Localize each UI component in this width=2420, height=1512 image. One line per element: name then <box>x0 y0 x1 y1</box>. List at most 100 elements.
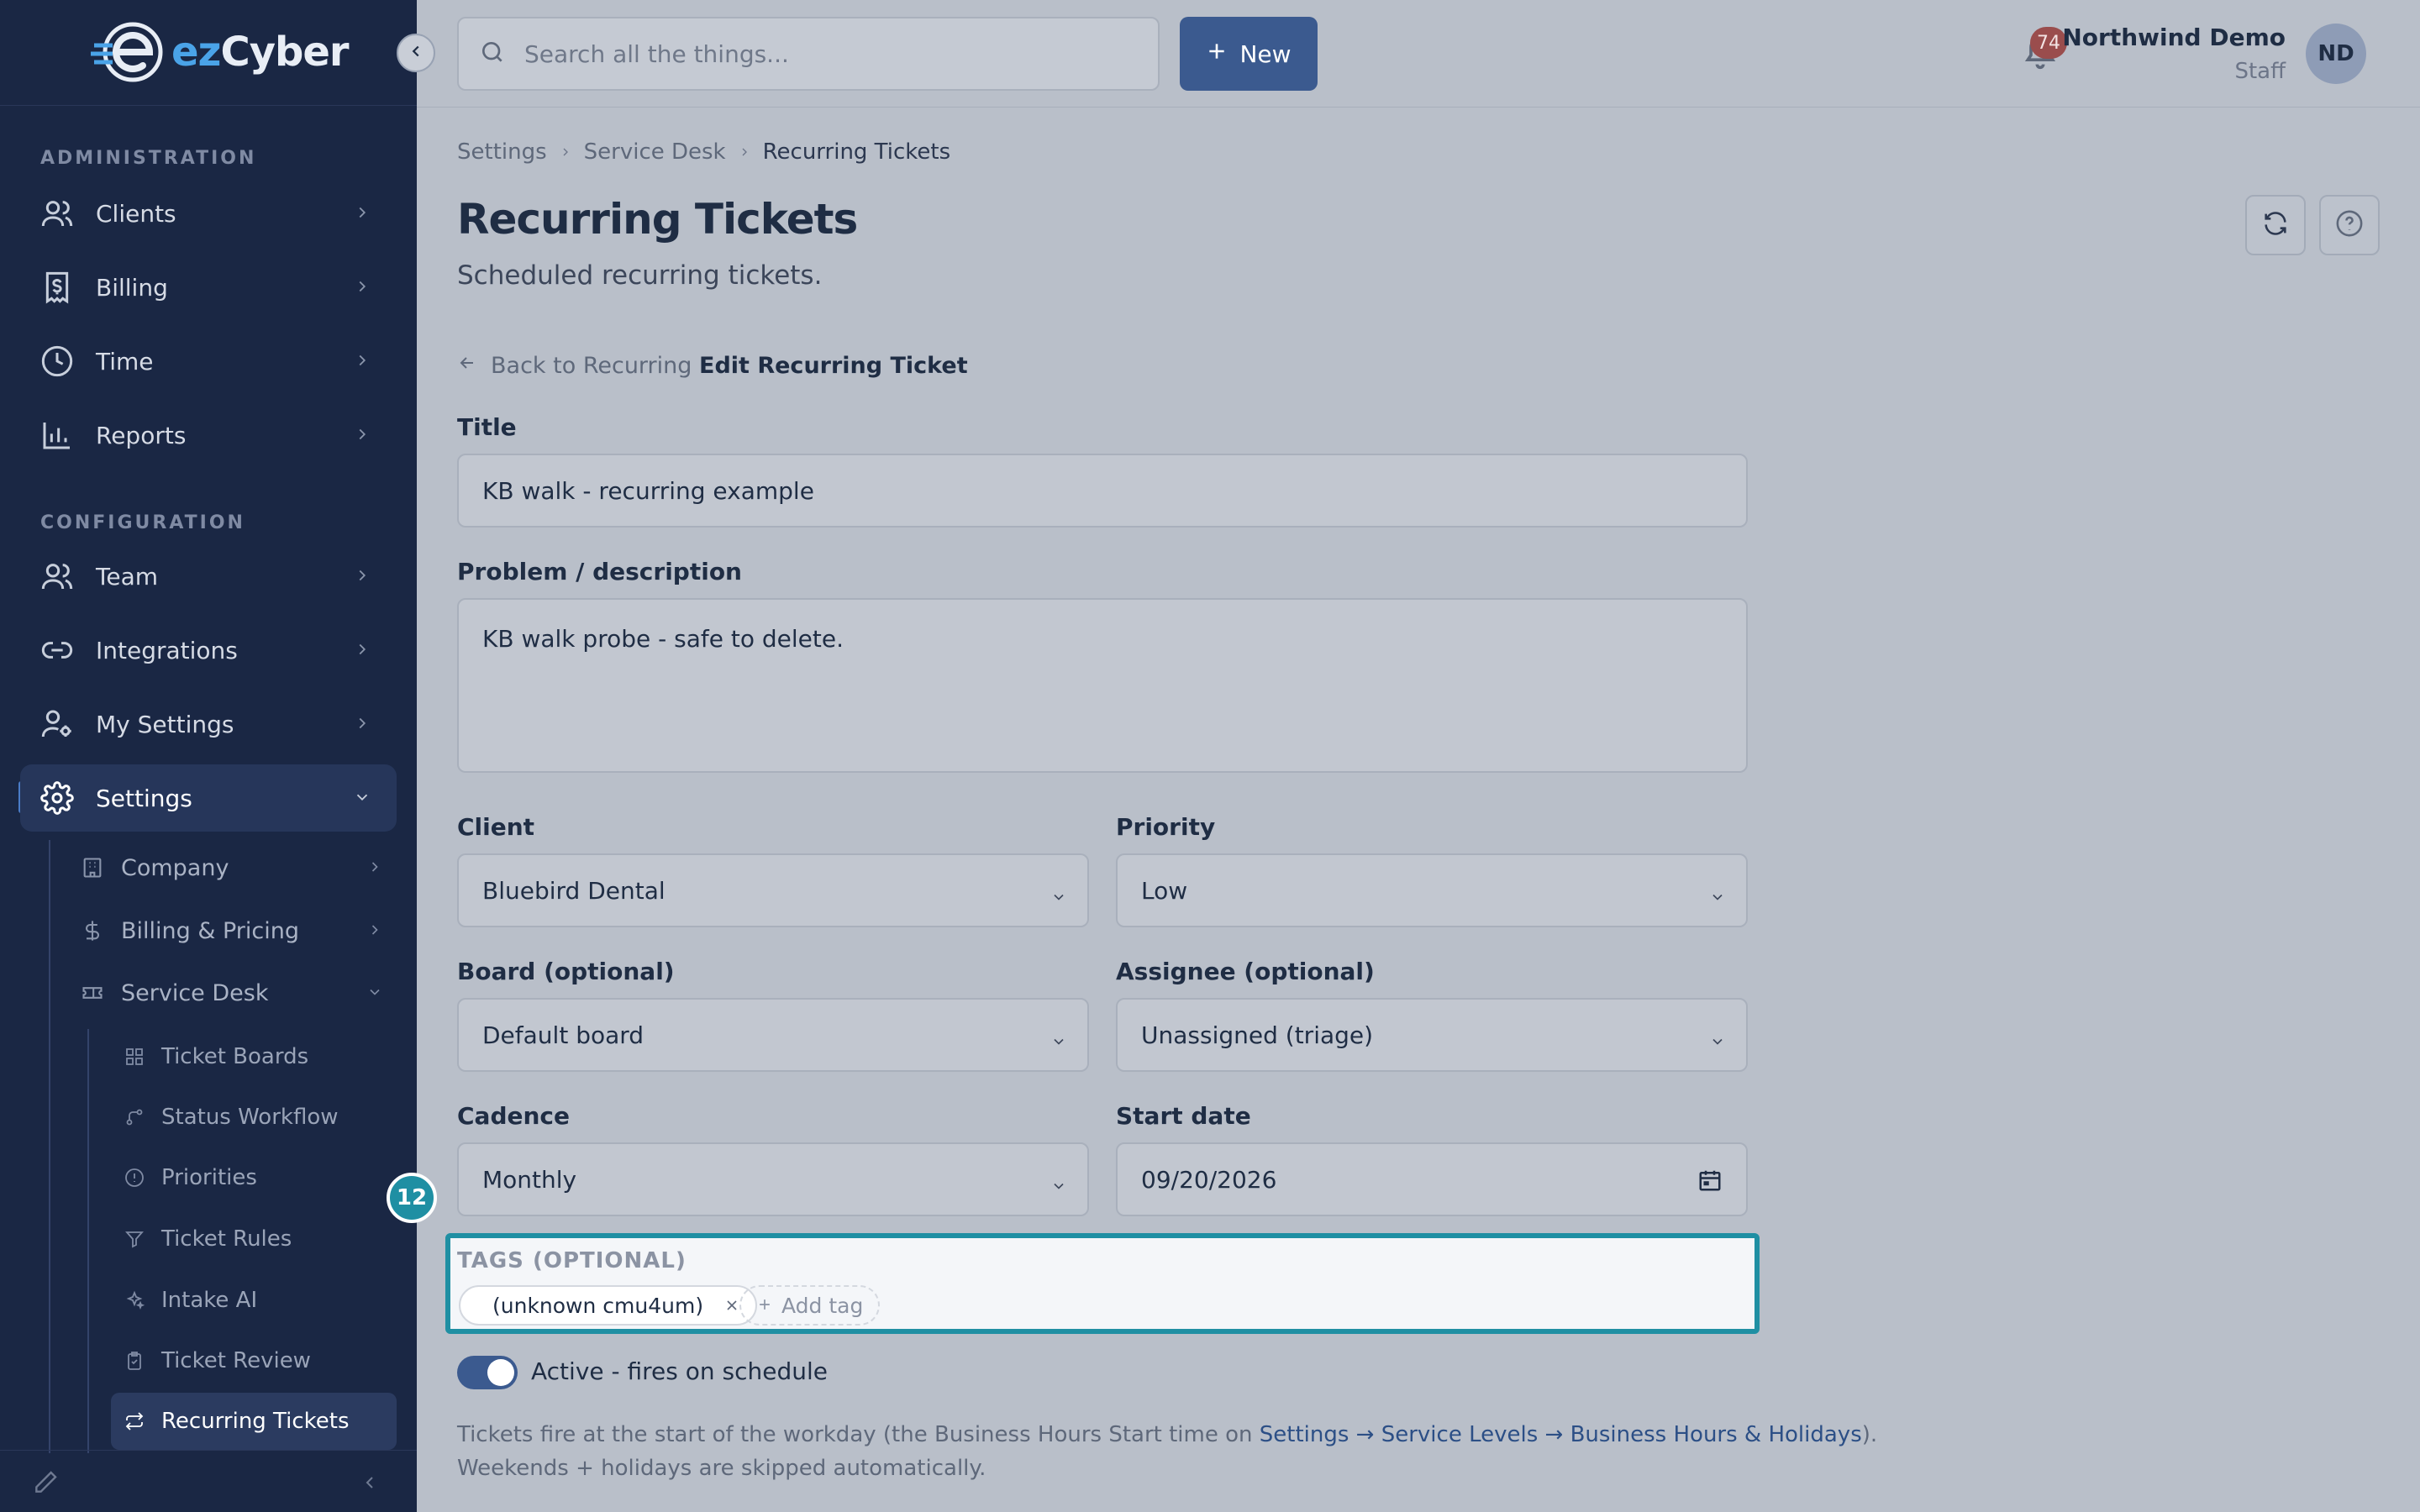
logo-mark-icon <box>91 20 168 84</box>
sidebar-item-reports[interactable]: Reports <box>20 402 397 469</box>
tree-line <box>87 1029 89 1453</box>
building-icon <box>81 856 104 879</box>
sidebar-item-intake-ai[interactable]: Intake AI <box>111 1272 397 1329</box>
chevron-right-icon <box>353 203 371 225</box>
sidebar-item-billing[interactable]: Billing <box>20 254 397 321</box>
priority-value: Low <box>1141 876 1188 905</box>
sidebar-footer <box>0 1450 417 1512</box>
assignee-label: Assignee (optional) <box>1116 958 1375 985</box>
clock-icon <box>40 344 74 378</box>
assignee-select[interactable]: Unassigned (triage) <box>1116 998 1748 1072</box>
sidebar-item-ticket-boards[interactable]: Ticket Boards <box>111 1028 397 1085</box>
link-icon <box>40 633 74 667</box>
chevron-down-icon <box>1050 1173 1067 1200</box>
cadence-value: Monthly <box>482 1165 577 1194</box>
cadence-select[interactable]: Monthly <box>457 1142 1089 1216</box>
plus-icon <box>756 1294 773 1318</box>
gear-icon <box>40 781 74 815</box>
search-input[interactable]: Search all the things... <box>457 17 1160 91</box>
calendar-icon[interactable] <box>1697 1168 1723 1199</box>
breadcrumb-current: Recurring Tickets <box>762 139 951 165</box>
note-suffix: ). <box>1861 1422 1878 1447</box>
add-tag-button[interactable]: Add tag <box>739 1285 881 1326</box>
collapse-left-icon[interactable] <box>360 1473 380 1496</box>
schedule-note: Tickets fire at the start of the workday… <box>457 1418 1877 1485</box>
active-toggle-label: Active - fires on schedule <box>531 1357 829 1385</box>
search-placeholder: Search all the things... <box>524 39 789 68</box>
sidebar-item-settings[interactable]: Settings <box>20 764 397 832</box>
board-label: Board (optional) <box>457 958 675 985</box>
topbar: Search all the things... New 74 Northwin… <box>417 0 2420 108</box>
note-line-2: Weekends + holidays are skipped automati… <box>457 1456 986 1481</box>
chevron-right-icon <box>738 145 751 159</box>
active-toggle[interactable] <box>457 1356 518 1389</box>
section-label-administration: ADMINISTRATION <box>40 148 257 169</box>
board-value: Default board <box>482 1021 644 1049</box>
sidebar-item-ticket-rules[interactable]: Ticket Rules <box>111 1210 397 1268</box>
breadcrumb-settings[interactable]: Settings <box>457 139 547 165</box>
page-subtitle: Scheduled recurring tickets. <box>457 260 823 291</box>
tag-chip-label: (unknown cmu4um) <box>492 1293 704 1318</box>
sidebar-item-company[interactable]: Company <box>60 838 397 897</box>
help-circle-icon <box>2335 209 2364 241</box>
refresh-button[interactable] <box>2245 195 2306 255</box>
edit-heading: Edit Recurring Ticket <box>699 353 968 379</box>
assignee-value: Unassigned (triage) <box>1141 1021 1374 1049</box>
client-value: Bluebird Dental <box>482 876 666 905</box>
ticket-icon <box>81 981 104 1005</box>
page-title: Recurring Tickets <box>457 195 858 244</box>
arrow-left-icon <box>457 353 477 379</box>
avatar[interactable]: ND <box>2306 24 2366 84</box>
title-label: Title <box>457 413 517 441</box>
sidebar-item-clients[interactable]: Clients <box>20 180 397 247</box>
chevron-right-icon <box>353 566 371 588</box>
user-role: Staff <box>2234 59 2286 84</box>
section-label-configuration: CONFIGURATION <box>40 512 245 533</box>
start-date-input[interactable]: 09/20/2026 <box>1116 1142 1748 1216</box>
description-textarea[interactable]: KB walk probe - safe to delete. <box>457 598 1748 773</box>
logo[interactable]: ezCyber <box>91 20 350 84</box>
start-date-value: 09/20/2026 <box>1141 1165 1277 1194</box>
sidebar-item-recurring-tickets[interactable]: Recurring Tickets <box>111 1393 397 1450</box>
help-button[interactable] <box>2319 195 2380 255</box>
start-date-label: Start date <box>1116 1102 1251 1130</box>
client-select[interactable]: Bluebird Dental <box>457 853 1089 927</box>
description-label: Problem / description <box>457 558 742 585</box>
chevron-left-icon <box>407 42 425 64</box>
tag-chip: (unknown cmu4um) <box>459 1285 758 1326</box>
clipboard-icon <box>124 1351 145 1371</box>
plus-icon <box>1206 40 1228 68</box>
back-to-recurring-link[interactable]: Back to Recurring <box>457 353 692 379</box>
new-button[interactable]: New <box>1180 17 1318 91</box>
user-name[interactable]: Northwind Demo <box>2062 24 2286 51</box>
sidebar-item-integrations[interactable]: Integrations <box>20 617 397 684</box>
sidebar-item-team[interactable]: Team <box>20 543 397 610</box>
breadcrumb-service-desk[interactable]: Service Desk <box>584 139 726 165</box>
chevron-right-icon <box>353 425 371 447</box>
chevron-down-icon <box>1709 1028 1726 1056</box>
sidebar-collapse-button[interactable] <box>397 34 435 72</box>
sidebar-item-status-workflow[interactable]: Status Workflow <box>111 1089 397 1146</box>
sidebar-item-billing-pricing[interactable]: Billing & Pricing <box>60 901 397 960</box>
sidebar-item-service-desk[interactable]: Service Desk <box>60 963 397 1022</box>
sidebar-item-ticket-review[interactable]: Ticket Review <box>111 1332 397 1389</box>
close-icon[interactable] <box>723 1297 740 1314</box>
priority-select[interactable]: Low <box>1116 853 1748 927</box>
sidebar-item-time[interactable]: Time <box>20 328 397 395</box>
board-select[interactable]: Default board <box>457 998 1089 1072</box>
dollar-icon <box>81 919 104 942</box>
sidebar: ezCyber ADMINISTRATION Clients Billing T… <box>0 0 417 1512</box>
users-icon <box>40 197 74 230</box>
chevron-down-icon <box>1709 884 1726 911</box>
chevron-down-icon <box>1050 1028 1067 1056</box>
title-input[interactable]: KB walk - recurring example <box>457 454 1748 528</box>
title-value: KB walk - recurring example <box>482 476 814 505</box>
chevron-down-icon <box>353 788 371 810</box>
refresh-icon <box>2261 209 2290 241</box>
sidebar-item-priorities[interactable]: Priorities <box>111 1149 397 1206</box>
sidebar-item-my-settings[interactable]: My Settings <box>20 690 397 758</box>
chevron-right-icon <box>559 145 572 159</box>
business-hours-link[interactable]: Settings → Service Levels → Business Hou… <box>1260 1422 1862 1447</box>
pencil-icon[interactable] <box>32 1469 59 1499</box>
chevron-down-icon <box>1050 884 1067 911</box>
